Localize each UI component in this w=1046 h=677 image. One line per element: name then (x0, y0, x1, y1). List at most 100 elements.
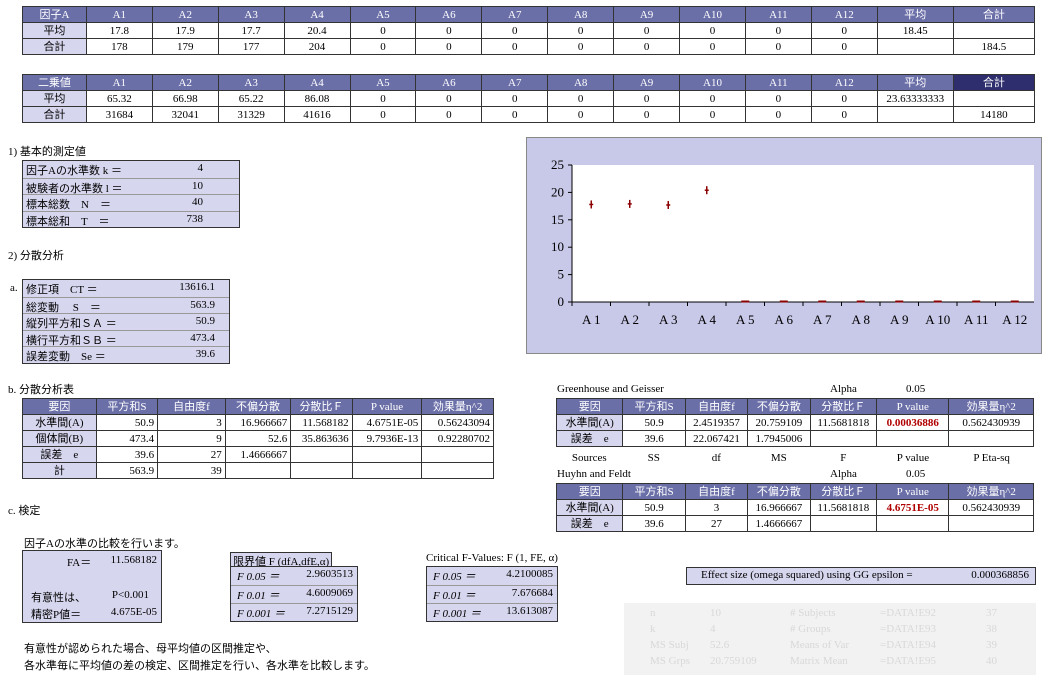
box-row: F 0.05 ＝ 4.2100085 (427, 567, 557, 583)
table-cell: 0 (613, 22, 681, 39)
table-cell: 0.92280702 (421, 430, 494, 447)
table-cell: 0 (481, 106, 549, 123)
table-row: 水準間(A) 50.9 3 16.966667 11.5681818 4.6751E-05… (555, 499, 1034, 516)
ghost-cell: n (650, 607, 656, 619)
column-header: A2 (151, 74, 219, 91)
table-cell (421, 446, 494, 463)
box-label: F 0.001 ＝ (433, 608, 481, 620)
omega-value: 0.000368856 (971, 569, 1029, 581)
table-cell (875, 515, 950, 532)
ghost-cell: 37 (986, 607, 997, 619)
table-cell: 65.22 (217, 90, 285, 107)
table-cell: 20.4 (283, 22, 351, 39)
table-cell: 31329 (217, 106, 285, 123)
squared-values-table: 二乗値 A1 A2 A3 A4 A5 A6 A7 A8 A9 A10 A11 A12 平均 合計 平均 65.3… (22, 74, 1036, 123)
table-cell: 0 (810, 106, 878, 123)
table-row: 計 563.9 39 (22, 462, 494, 479)
box-label: 誤差変動 Se ＝ (26, 351, 106, 363)
box-value: 39.6 (195, 348, 215, 360)
table-cell: 4.6751E-05 (351, 414, 423, 431)
box-row: F 0.001 ＝ 7.2715129 (231, 603, 357, 620)
column-header: 効果量η^2 (948, 483, 1034, 500)
means-chart: 0 5 10 15 20 25 A 1 A 2 A 3 A 4 A 5 A 6 A 7 A 8 A 9 A 1… (551, 157, 1034, 327)
table-cell: 27 (684, 515, 749, 532)
ghost-cell: =DATA!E92 (880, 607, 937, 619)
ghost-cell: =DATA!E94 (880, 639, 937, 651)
column-header: A5 (349, 6, 417, 23)
box-label: F 0.001 ＝ (237, 608, 285, 620)
table-cell: 184.5 (952, 38, 1036, 55)
table-cell: 204 (283, 38, 351, 55)
box-value: 7.2715129 (306, 605, 353, 617)
table-cell: 41616 (283, 106, 351, 123)
table-cell: 0 (810, 90, 878, 107)
box-value: 738 (186, 212, 204, 225)
table-cell (876, 106, 954, 123)
column-header: A8 (547, 74, 615, 91)
box-row: F 0.01 ＝ 7.676684 (427, 585, 557, 602)
x-tick-label: A 9 (890, 312, 908, 327)
x-tick-label: A 3 (659, 312, 677, 327)
basic-measures-heading: 1) 基本的測定値 (8, 146, 86, 158)
ghost-cell: MS Subj (650, 639, 689, 651)
table-cell: 16.966667 (747, 499, 811, 516)
row-label: 誤差 e (555, 515, 624, 532)
ghost-cell: =DATA!E93 (880, 623, 937, 635)
table-cell: 0 (415, 106, 483, 123)
box-label: 因子Aの水準数 k ＝ (26, 165, 122, 177)
row-label: 水準間(A) (555, 414, 624, 431)
table-cell: 0.562430939 (948, 499, 1034, 516)
hf-alpha-label: Alpha (830, 468, 857, 480)
box-row: 縦列平方和ＳＡ ＝ 50.9 (23, 313, 229, 330)
x-tick-label: A 12 (1002, 312, 1027, 327)
fa-box: FA＝ 11.568182 有意性は、 P<0.001 精密P値＝ 4.675E… (22, 550, 162, 623)
table-cell (351, 446, 423, 463)
box-row: 総変動 S ＝ 563.9 (23, 296, 229, 314)
omega-label: Effect size (omega squared) using GG eps… (701, 569, 913, 581)
table-cell: 0 (679, 90, 746, 107)
table-cell: 0 (349, 38, 417, 55)
table-cell: 179 (151, 38, 219, 55)
box-value: 10 (192, 179, 203, 192)
column-header: A11 (744, 6, 812, 23)
table-cell: 23.63333333 (876, 90, 954, 107)
sources-label: F (840, 451, 847, 464)
x-tick-label: A 5 (736, 312, 754, 327)
p-value: 4.675E-05 (110, 606, 157, 618)
table-cell (290, 462, 353, 479)
table-cell: 0 (349, 90, 417, 107)
table-cell: 0 (547, 38, 615, 55)
box-label: F 0.01 ＝ (237, 590, 280, 602)
column-header: P value (875, 483, 950, 500)
table-cell: 11.5681818 (809, 414, 877, 431)
critical2-title: Critical F-Values: F (1, FE, α) (426, 552, 558, 564)
x-tick-label: A 10 (925, 312, 950, 327)
table-cell: 0 (613, 38, 681, 55)
table-cell: 0.56243094 (421, 414, 494, 431)
table-cell: 39.6 (95, 446, 159, 463)
column-header: A8 (547, 6, 615, 23)
sources-labels: Sources SS df MS F P value P Eta-sq (556, 450, 1034, 465)
table-cell: 20.759109 (747, 414, 811, 431)
column-header: 不偏分散 (747, 483, 811, 500)
row-label: 水準間(A) (555, 499, 624, 516)
ghost-cell: =DATA!E95 (880, 655, 937, 667)
column-header: 合計 (952, 74, 1036, 91)
ghost-cell: 4 (710, 623, 716, 635)
table-cell (876, 38, 954, 55)
box-value: 563.9 (190, 298, 215, 311)
sources-label: MS (770, 451, 787, 464)
column-header: 自由度f (684, 398, 749, 415)
box-row: F 0.01 ＝ 4.6009069 (231, 585, 357, 602)
column-header: 平方和S (622, 398, 686, 415)
table-cell (290, 446, 353, 463)
column-header: 二乗値 (22, 74, 87, 91)
table-cell: 2.4519357 (684, 414, 749, 431)
row-label: 合計 (22, 106, 87, 123)
column-header: 平均 (876, 6, 954, 23)
column-header: 効果量η^2 (421, 398, 494, 415)
note-line-2: 各水準毎に平均値の差の検定、区間推定を行い、各水準を比較します。 (24, 660, 375, 672)
box-value: 4 (197, 162, 204, 174)
column-header: 効果量η^2 (948, 398, 1034, 415)
table-cell: 31684 (85, 106, 153, 123)
